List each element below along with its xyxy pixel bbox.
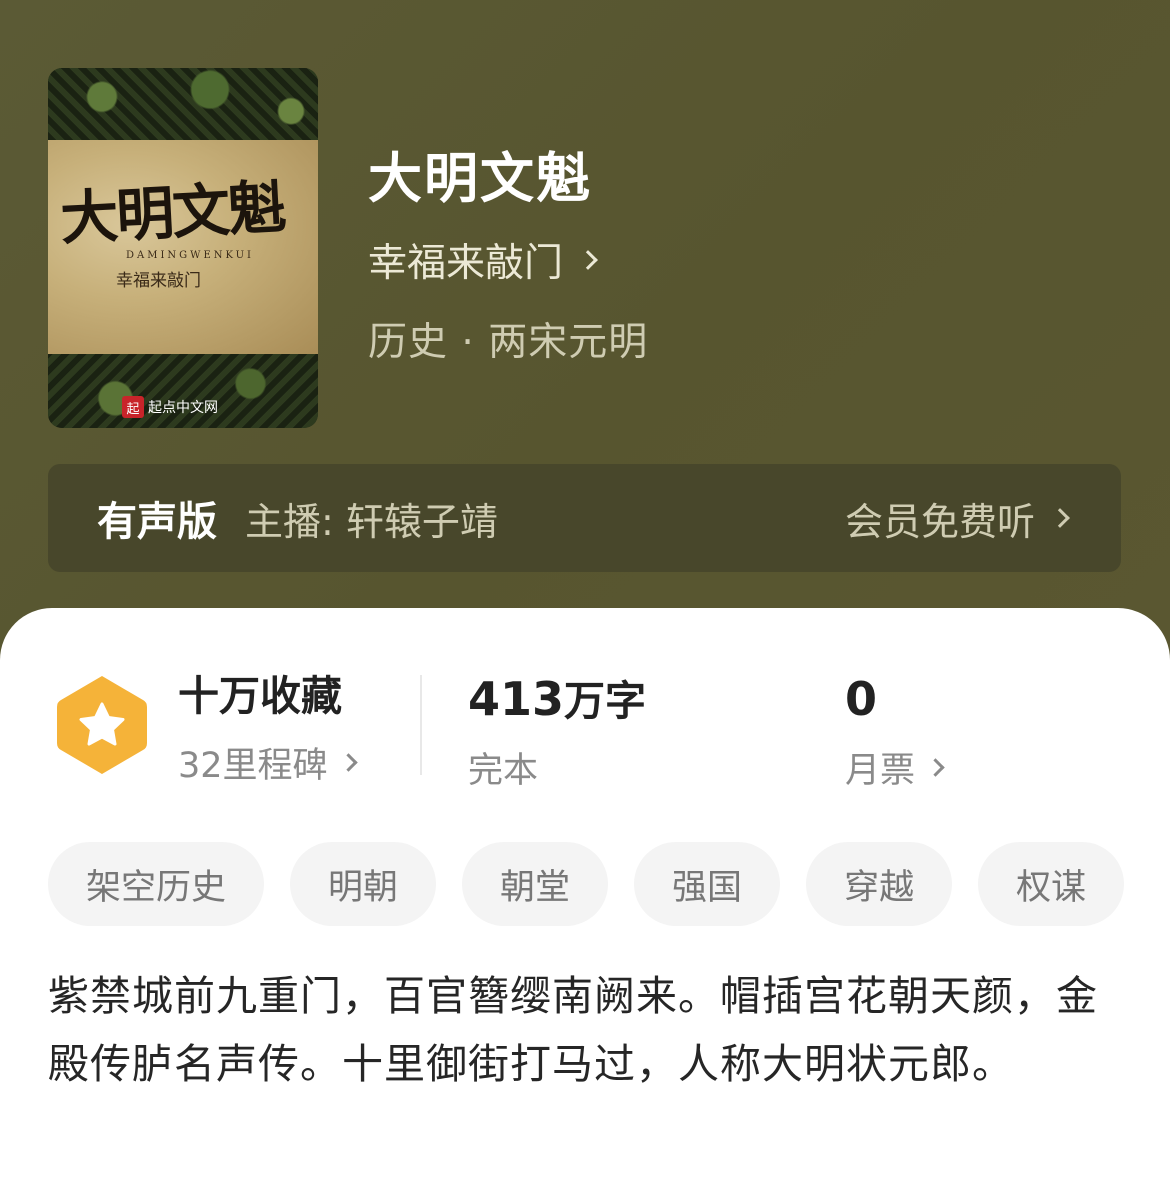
- narrator-name: 轩辕子靖: [345, 499, 498, 544]
- star-badge-icon: [57, 676, 147, 774]
- chevron-right-icon: [1050, 508, 1070, 528]
- chevron-right-icon: [578, 250, 598, 270]
- book-title: 大明文魁: [368, 147, 592, 210]
- tag-chip[interactable]: 明朝: [290, 842, 437, 926]
- book-header: 大明文魁 DAMINGWENKUI 幸福来敲门 起 起点中文网 大明文魁 幸福来…: [0, 0, 1170, 660]
- audio-version-bar[interactable]: 有声版 主播: 轩辕子靖 会员免费听: [48, 464, 1121, 572]
- word-count-value: 413万字: [468, 676, 646, 722]
- tag-chip[interactable]: 朝堂: [462, 842, 609, 926]
- cover-publisher: 起 起点中文网: [122, 396, 218, 418]
- cover-pinyin: DAMINGWENKUI: [126, 250, 254, 261]
- book-cover[interactable]: 大明文魁 DAMINGWENKUI 幸福来敲门 起 起点中文网: [48, 68, 318, 428]
- completion-status: 完本: [468, 742, 646, 793]
- word-count-stat: 413万字 完本: [468, 676, 646, 793]
- audio-label: 有声版: [97, 499, 217, 545]
- narrator-prefix: 主播:: [245, 499, 334, 544]
- book-description: 紫禁城前九重门，百官簪缨南阙来。帽插宫花朝天颜，金殿传胪名声传。十里御街打马过，…: [48, 972, 1098, 1088]
- author-link[interactable]: 幸福来敲门: [368, 232, 598, 288]
- monthly-ticket-link[interactable]: 月票: [845, 742, 945, 793]
- milestone-link[interactable]: 32里程碑: [178, 737, 358, 788]
- monthly-ticket-stat[interactable]: 0 月票: [845, 672, 945, 793]
- cover-title: 大明文魁: [58, 173, 286, 253]
- book-category: 历史 · 两宋元明: [368, 320, 649, 365]
- tag-chip[interactable]: 穿越: [806, 842, 953, 926]
- publisher-name: 起点中文网: [148, 400, 218, 416]
- completion-label: 完本: [468, 751, 539, 791]
- listen-free-button[interactable]: 会员免费听: [844, 491, 1070, 546]
- tag-chip[interactable]: 架空历史: [48, 842, 265, 926]
- cover-pattern-top: [48, 68, 318, 140]
- author-name: 幸福来敲门: [368, 241, 564, 286]
- stat-divider: [420, 675, 422, 775]
- collection-value: 十万收藏: [178, 672, 342, 720]
- tag-chip[interactable]: 强国: [634, 842, 781, 926]
- monthly-ticket-value: 0: [845, 672, 878, 726]
- chevron-right-icon: [926, 758, 945, 777]
- publisher-logo-icon: 起: [122, 396, 144, 418]
- tag-list: 架空历史 明朝 朝堂 强国 穿越 权谋: [48, 842, 1125, 926]
- word-count-unit: 万字: [564, 677, 647, 725]
- cover-author: 幸福来敲门: [116, 271, 201, 291]
- tag-chip[interactable]: 权谋: [978, 842, 1125, 926]
- listen-free-label: 会员免费听: [844, 499, 1035, 544]
- milestone-label: 32里程碑: [178, 746, 328, 786]
- collection-stat[interactable]: 十万收藏 32里程碑: [178, 672, 358, 788]
- word-count-number: 413: [468, 672, 565, 726]
- chevron-right-icon: [338, 753, 358, 772]
- monthly-ticket-label: 月票: [845, 751, 916, 791]
